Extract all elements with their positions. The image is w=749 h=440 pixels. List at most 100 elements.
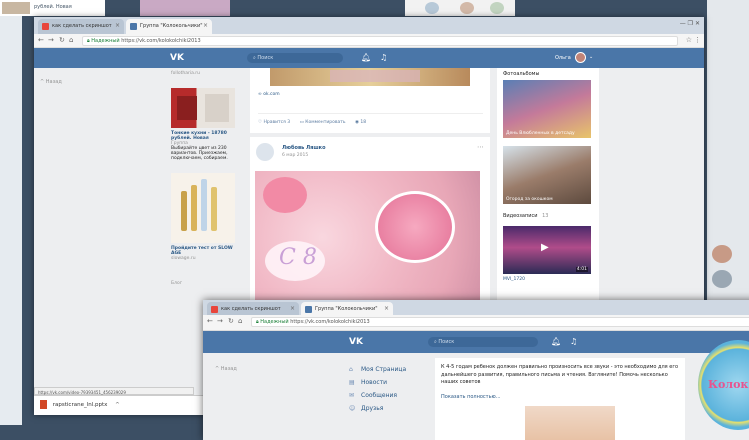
vk-icon — [305, 306, 312, 313]
download-item[interactable]: rapsticrane_lnl.pptx ^ — [40, 400, 132, 412]
ads-column: follotharia.ru Тонкие кухни - 18780 рубл… — [171, 68, 241, 286]
google-icon — [211, 306, 218, 313]
background-fragment-top-middle — [140, 0, 230, 16]
google-icon — [42, 23, 49, 30]
ad-image-kitchen[interactable] — [171, 88, 235, 128]
fragment-text: рублей. Новая — [34, 4, 72, 10]
ad-site[interactable]: slowage.ru — [171, 256, 241, 261]
menu-messages[interactable]: ✉ Сообщения — [349, 392, 397, 399]
back-icon[interactable]: ← — [207, 317, 213, 325]
post-author[interactable]: Любовь Ляшко — [282, 145, 326, 151]
user-name[interactable]: Ольга — [555, 55, 571, 61]
post-image-child[interactable] — [525, 406, 615, 440]
address-bar: ← → ↻ ⌂ 🔒︎ Надежный https://vk.com/kolok… — [203, 315, 749, 331]
url-field[interactable]: 🔒︎ Надежный https://vk.com/kolokolchiki2… — [82, 36, 678, 46]
videos-header[interactable]: Видеозаписи 13 — [503, 213, 548, 219]
ads-footer[interactable]: Блог — [171, 281, 241, 286]
menu-news[interactable]: ▤ Новости — [349, 379, 387, 386]
background-panel-left — [0, 0, 22, 425]
more-icon[interactable]: ⋯ — [477, 143, 484, 151]
window-controls[interactable]: — ❐ ✕ — [680, 20, 700, 27]
post-image-banner[interactable] — [270, 68, 470, 86]
music-icon[interactable]: ♫ — [380, 53, 387, 62]
music-icon[interactable]: ♫ — [570, 337, 577, 346]
news-icon: ▤ — [349, 379, 355, 386]
source-text: ok.com — [263, 92, 280, 97]
url-text: https://vk.com/kolokolchiki2013 — [290, 319, 370, 325]
menu-label: Моя Страница — [361, 366, 407, 373]
message-icon: ✉ — [349, 392, 355, 399]
tab-label: как сделать скриншот — [221, 306, 281, 312]
ad-site[interactable]: follotharia.ru — [171, 71, 241, 76]
browser-window-second: как сделать скриншот × Группа "Колокольч… — [203, 300, 749, 440]
right-column: Фотоальбомы День Влюбленных в детсаду Ог… — [497, 68, 599, 338]
menu-label: Друзья — [361, 405, 384, 412]
tab-label: Группа "Колокольчики" — [140, 23, 203, 29]
reload-icon[interactable]: ↻ — [59, 36, 65, 44]
ad-title[interactable]: Тонкие кухни - 18780 рублей. Новая — [171, 131, 241, 141]
post-date[interactable]: 6 мар 2015 — [282, 153, 308, 158]
user-avatar[interactable] — [575, 52, 586, 63]
tab-bar: как сделать скриншот × Группа "Колокольч… — [34, 17, 704, 34]
tab-screenshot[interactable]: как сделать скриншот × — [38, 19, 124, 34]
menu-friends[interactable]: ☺ Друзья — [349, 405, 383, 412]
sidebar-label: Назад — [220, 366, 237, 372]
sidebar-item-back[interactable]: ^ Назад — [40, 79, 62, 85]
sidebar-item-back[interactable]: ^ Назад — [215, 366, 237, 372]
status-bar-url: https://vk.com/video-79393451_456239029 — [34, 387, 194, 395]
menu-label: Сообщения — [361, 392, 398, 399]
back-icon[interactable]: ← — [38, 36, 44, 44]
tab-group[interactable]: Группа "Колокольчики" × — [126, 19, 212, 34]
home-icon: ⌂ — [349, 366, 353, 373]
reload-icon[interactable]: ↻ — [228, 317, 234, 325]
post-source[interactable]: ∞ ok.com — [258, 92, 280, 97]
star-icon[interactable]: ☆ — [686, 36, 692, 44]
post-card-1: ∞ ok.com ♡ Нравится 3 ▭ Комментировать ◉… — [250, 68, 490, 133]
album-caption: Огород за окошком — [506, 197, 553, 202]
url-field[interactable]: 🔒︎ Надежный https://vk.com/kolokolchiki2… — [251, 317, 749, 327]
sidebar-label: Назад — [45, 79, 62, 85]
ad-title[interactable]: Пройдите тест от SLOW AGE — [171, 246, 241, 256]
tab-label: Группа "Колокольчики" — [315, 306, 378, 312]
albums-title[interactable]: Фотоальбомы — [503, 71, 539, 77]
chevron-up-icon[interactable]: ^ — [115, 402, 120, 408]
comment-button[interactable]: ▭ Комментировать — [300, 120, 346, 125]
group-logo-text: Колок — [708, 378, 749, 391]
close-icon[interactable]: × — [384, 305, 389, 312]
group-logo[interactable]: Колок — [698, 340, 749, 430]
comment-label: Комментировать — [305, 120, 346, 125]
home-icon[interactable]: ⌂ — [69, 36, 73, 44]
ad-text: Выбирайте цвет из 230 вариантов. Приезжа… — [171, 146, 228, 161]
search-input[interactable]: ⌕ Поиск — [247, 53, 343, 63]
video-caption[interactable]: MVI_1720 — [503, 277, 525, 282]
background-avatar-2 — [712, 270, 732, 288]
forward-icon[interactable]: → — [48, 36, 54, 44]
chevron-down-icon[interactable]: ⌄ — [589, 54, 593, 60]
like-button[interactable]: ♡ Нравится 3 — [258, 120, 290, 125]
card-text: С 8 — [279, 245, 317, 270]
menu-icon[interactable]: ⋮ — [694, 36, 701, 44]
show-more-link[interactable]: Показать полностью... — [441, 394, 501, 400]
author-avatar[interactable] — [256, 143, 274, 161]
close-icon[interactable]: × — [115, 22, 120, 29]
close-icon[interactable]: × — [290, 305, 295, 312]
home-icon[interactable]: ⌂ — [238, 317, 242, 325]
album-thumb-2[interactable]: Огород за окошком — [503, 146, 591, 204]
vk-logo[interactable]: VK — [349, 337, 363, 347]
views-counter: ◉ 18 — [355, 120, 366, 125]
address-bar: ← → ↻ ⌂ 🔒︎ Надежный https://vk.com/kolok… — [34, 34, 704, 48]
menu-my-page[interactable]: ⌂ Моя Страница — [349, 366, 406, 373]
ad-image-serum[interactable] — [171, 173, 235, 243]
bell-icon[interactable]: 🔔︎ — [551, 337, 561, 346]
background-fragment-top-left: рублей. Новая — [0, 0, 105, 16]
bell-icon[interactable]: 🔔︎ — [361, 53, 371, 62]
album-thumb-1[interactable]: День Влюбленных в детсаду — [503, 80, 591, 138]
vk-logo[interactable]: VK — [170, 53, 184, 63]
close-icon[interactable]: × — [203, 22, 208, 29]
views-count: 18 — [360, 120, 367, 125]
search-input[interactable]: ⌕ Поиск — [428, 337, 538, 347]
forward-icon[interactable]: → — [217, 317, 223, 325]
album-caption: День Влюбленных в детсаду — [506, 131, 575, 136]
video-thumb[interactable]: ▶ 4:01 — [503, 226, 591, 274]
background-fragment-top-right — [405, 0, 515, 16]
